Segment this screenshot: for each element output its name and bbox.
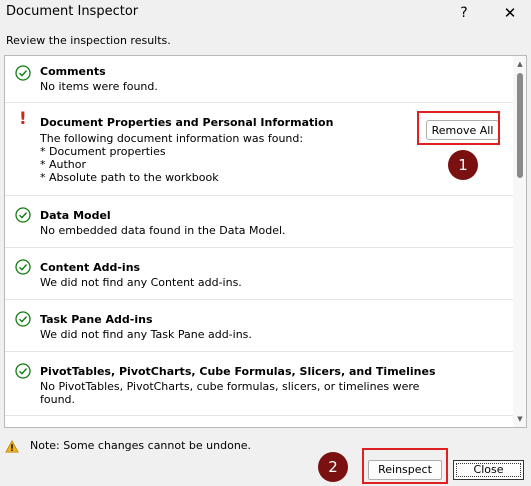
result-description: No PivotTables, PivotCharts, cube formul… bbox=[40, 380, 420, 406]
scrollbar-thumb[interactable] bbox=[517, 73, 523, 178]
result-title: Content Add-ins bbox=[40, 261, 141, 274]
exclamation-icon: ! bbox=[19, 109, 27, 129]
result-data-model: Data Model No embedded data found in the… bbox=[5, 196, 513, 248]
step-2-badge: 2 bbox=[318, 452, 348, 482]
result-title: Comments bbox=[40, 65, 106, 78]
warning-icon bbox=[5, 438, 19, 453]
result-title: Document Properties and Personal Informa… bbox=[40, 116, 334, 129]
result-title: Task Pane Add-ins bbox=[40, 313, 153, 326]
step-1-badge: 1 bbox=[448, 150, 478, 180]
result-description: The following document information was f… bbox=[40, 132, 304, 184]
result-title: Data Model bbox=[40, 209, 111, 222]
remove-all-highlight bbox=[417, 111, 500, 145]
result-pivottables: PivotTables, PivotCharts, Cube Formulas,… bbox=[5, 352, 513, 416]
check-circle-icon bbox=[15, 363, 31, 379]
check-circle-icon bbox=[15, 207, 31, 223]
result-task-pane-addins: Task Pane Add-ins We did not find any Ta… bbox=[5, 300, 513, 352]
scroll-up-icon[interactable]: ▲ bbox=[515, 59, 525, 69]
result-description: We did not find any Task Pane add-ins. bbox=[40, 328, 252, 341]
scroll-down-icon[interactable]: ▼ bbox=[515, 414, 525, 424]
reinspect-button[interactable]: Reinspect bbox=[368, 460, 442, 480]
instruction-text: Review the inspection results. bbox=[6, 34, 171, 47]
undo-note: Note: Some changes cannot be undone. bbox=[30, 439, 252, 452]
check-circle-icon bbox=[15, 259, 31, 275]
result-description: No embedded data found in the Data Model… bbox=[40, 224, 286, 237]
close-button[interactable]: Close bbox=[453, 460, 524, 480]
close-icon[interactable]: ✕ bbox=[496, 0, 524, 26]
result-content-addins: Content Add-ins We did not find any Cont… bbox=[5, 248, 513, 300]
result-description: No items were found. bbox=[40, 80, 158, 93]
vertical-scrollbar[interactable]: ▲ ▼ bbox=[513, 56, 526, 427]
title-bar: Document Inspector ? ✕ bbox=[0, 0, 531, 26]
result-title: PivotTables, PivotCharts, Cube Formulas,… bbox=[40, 365, 436, 378]
help-button[interactable]: ? bbox=[452, 0, 476, 26]
result-description: We did not find any Content add-ins. bbox=[40, 276, 242, 289]
result-comments: Comments No items were found. bbox=[5, 56, 513, 103]
dialog-title: Document Inspector bbox=[6, 4, 139, 19]
check-circle-icon bbox=[15, 65, 31, 81]
check-circle-icon bbox=[15, 311, 31, 327]
